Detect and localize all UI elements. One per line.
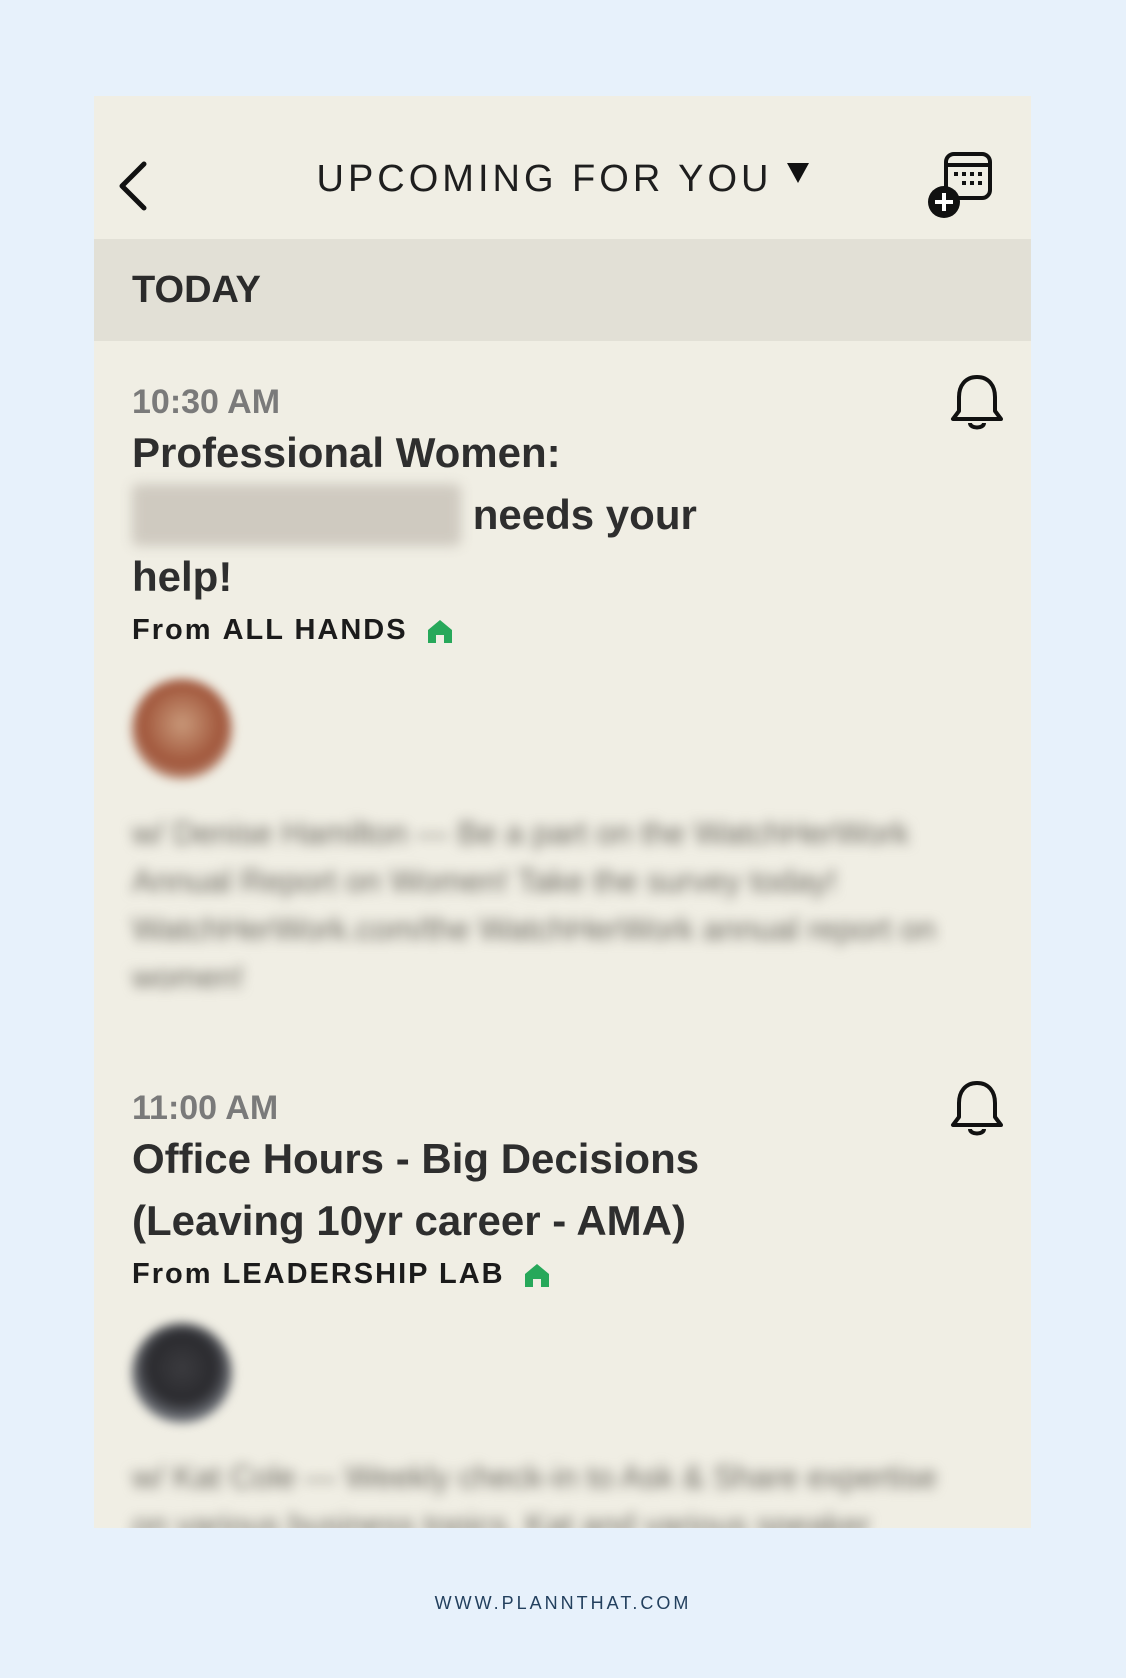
- footer-url: WWW.PLANNTHAT.COM: [434, 1593, 692, 1613]
- event-card[interactable]: 11:00 AM Office Hours - Big Decisions (L…: [94, 1001, 1031, 1528]
- bell-icon[interactable]: [949, 1079, 1005, 1141]
- avatar: [132, 1323, 232, 1423]
- group-link[interactable]: ALL HANDS: [223, 614, 408, 647]
- view-selector[interactable]: UPCOMING FOR YOU: [94, 158, 1031, 201]
- event-time: 11:00 AM: [132, 1089, 279, 1127]
- bell-icon[interactable]: [949, 373, 1005, 435]
- calendar-add-icon[interactable]: [926, 150, 996, 220]
- event-source: From ALL HANDS: [132, 614, 1031, 647]
- header: UPCOMING FOR YOU: [94, 96, 1031, 239]
- redacted-name: Denise Hamilton: [132, 484, 462, 546]
- event-description: w/ Denise Hamilton — Be a part on the Wa…: [132, 815, 936, 995]
- event-title: Professional Women: Denise Hamilton need…: [132, 429, 697, 600]
- home-icon: [524, 1263, 549, 1287]
- avatar: [132, 679, 232, 779]
- event-card[interactable]: 10:30 AM Professional Women: Denise Hami…: [94, 341, 1031, 1001]
- event-time: 10:30 AM: [132, 383, 281, 421]
- section-label: TODAY: [132, 268, 261, 311]
- event-source: From LEADERSHIP LAB: [132, 1258, 1031, 1291]
- page-title: UPCOMING FOR YOU: [316, 158, 773, 200]
- event-description: w/ Kat Cole — Weekly check-in to Ask & S…: [132, 1459, 938, 1528]
- section-today: TODAY: [94, 239, 1031, 341]
- group-link[interactable]: LEADERSHIP LAB: [223, 1258, 505, 1291]
- event-title: Office Hours - Big Decisions (Leaving 10…: [132, 1135, 700, 1244]
- app-screen: UPCOMING FOR YOU TODAY 10:30 AM Professi…: [94, 96, 1031, 1528]
- caret-down-icon: [786, 163, 809, 183]
- home-icon: [427, 619, 452, 643]
